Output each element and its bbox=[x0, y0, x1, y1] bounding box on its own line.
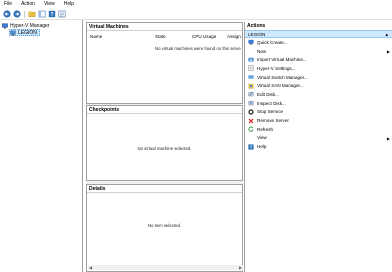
column-header-assigned[interactable]: Assign bbox=[227, 34, 241, 39]
horizontal-scrollbar[interactable]: ◀ ▶ bbox=[88, 265, 243, 270]
action-import-virtual-machine[interactable]: Import Virtual Machine... bbox=[245, 55, 392, 64]
action-label: Quick Create... bbox=[257, 39, 288, 45]
action-view[interactable]: View ▶ bbox=[245, 134, 392, 143]
action-stop-service[interactable]: Stop Service bbox=[245, 108, 392, 117]
action-quick-create[interactable]: Quick Create... bbox=[245, 38, 392, 47]
action-hyperv-settings[interactable]: Hyper-V Settings... bbox=[245, 64, 392, 73]
action-remove-server[interactable]: Remove Server bbox=[245, 116, 392, 125]
virtual-machines-pane: Virtual Machines Name State CPU Usage As… bbox=[86, 22, 243, 104]
column-header-cpu-usage[interactable]: CPU Usage bbox=[192, 34, 216, 39]
action-edit-disk[interactable]: Edit Disk... bbox=[245, 90, 392, 99]
actions-section-legion[interactable]: LEGION ▲ bbox=[245, 30, 392, 38]
tree-item-label: LEGION bbox=[18, 29, 37, 36]
menu-view[interactable]: View bbox=[44, 0, 55, 9]
submenu-arrow-icon: ▶ bbox=[386, 48, 390, 54]
actions-title: Actions bbox=[247, 23, 266, 29]
hyperv-manager-icon bbox=[2, 22, 8, 28]
scroll-right-icon[interactable]: ▶ bbox=[238, 265, 243, 270]
column-header-name[interactable]: Name bbox=[90, 34, 102, 39]
show-hide-tree-icon[interactable] bbox=[38, 10, 46, 18]
menu-bar: File Action View Help bbox=[0, 0, 392, 9]
help-icon: ? bbox=[248, 143, 254, 150]
tree-item-legion[interactable]: LEGION bbox=[9, 29, 40, 36]
tree-item-label: Hyper-V Manager bbox=[10, 22, 50, 29]
svg-text:?: ? bbox=[250, 144, 253, 149]
action-help[interactable]: ? Help bbox=[245, 142, 392, 151]
refresh-icon bbox=[248, 126, 254, 132]
toolbar-separator bbox=[24, 10, 25, 18]
action-refresh[interactable]: Refresh bbox=[245, 125, 392, 134]
quick-create-icon bbox=[248, 39, 254, 45]
remove-icon bbox=[248, 118, 254, 124]
action-label: View bbox=[257, 135, 267, 141]
action-new[interactable]: New ▶ bbox=[245, 47, 392, 56]
up-folder-icon[interactable] bbox=[28, 10, 36, 18]
properties-icon[interactable] bbox=[58, 10, 66, 18]
action-virtual-san-manager[interactable]: Virtual SAN Manager... bbox=[245, 81, 392, 90]
action-label: Stop Service bbox=[257, 109, 284, 115]
settings-icon bbox=[248, 65, 254, 72]
toolbar: ? bbox=[0, 9, 392, 20]
pane-title: Details bbox=[87, 185, 242, 193]
pane-title: Virtual Machines bbox=[87, 23, 242, 31]
section-label: LEGION bbox=[248, 31, 266, 37]
checkpoints-pane: Checkpoints No virtual machine selected. bbox=[86, 105, 243, 181]
action-label: Help bbox=[257, 144, 267, 150]
switch-icon bbox=[248, 74, 254, 80]
vm-empty-message: No virtual machines were found on this s… bbox=[155, 46, 241, 51]
action-label: Virtual Switch Manager... bbox=[257, 74, 308, 80]
details-pane: Details No item selected. ◀ ▶ bbox=[86, 184, 243, 272]
navigation-tree: Hyper-V Manager LEGION bbox=[0, 20, 83, 272]
column-header-state[interactable]: State bbox=[155, 34, 166, 39]
forward-arrow-icon[interactable] bbox=[13, 10, 21, 18]
checkpoints-message: No virtual machine selected. bbox=[137, 146, 192, 151]
help-icon[interactable]: ? bbox=[48, 10, 56, 18]
action-inspect-disk[interactable]: Inspect Disk... bbox=[245, 99, 392, 108]
svg-text:?: ? bbox=[50, 12, 53, 18]
edit-disk-icon bbox=[248, 91, 254, 97]
action-label: Edit Disk... bbox=[257, 91, 279, 97]
submenu-arrow-icon: ▶ bbox=[386, 135, 390, 141]
actions-pane: Actions LEGION ▲ Quick Create... New ▶ I… bbox=[244, 22, 392, 272]
back-arrow-icon[interactable] bbox=[3, 10, 11, 18]
blank-icon bbox=[248, 48, 254, 54]
blank-icon bbox=[248, 135, 254, 141]
action-label: New bbox=[257, 48, 267, 54]
collapse-icon[interactable]: ▲ bbox=[384, 32, 389, 37]
action-virtual-switch-manager[interactable]: Virtual Switch Manager... bbox=[245, 73, 392, 82]
menu-file[interactable]: File bbox=[4, 0, 12, 9]
center-area: Virtual Machines Name State CPU Usage As… bbox=[86, 22, 243, 272]
san-icon bbox=[248, 83, 254, 89]
pane-title: Checkpoints bbox=[87, 106, 242, 114]
action-label: Refresh bbox=[257, 126, 274, 132]
inspect-disk-icon bbox=[248, 100, 254, 106]
action-label: Hyper-V Settings... bbox=[257, 65, 296, 71]
vm-list-header: Name State CPU Usage Assign bbox=[87, 33, 242, 41]
server-icon bbox=[10, 30, 16, 35]
details-message: No item selected. bbox=[147, 223, 182, 228]
action-label: Remove Server bbox=[257, 118, 289, 124]
stop-icon bbox=[248, 109, 254, 115]
scroll-left-icon[interactable]: ◀ bbox=[88, 265, 93, 270]
action-label: Virtual SAN Manager... bbox=[257, 83, 304, 89]
menu-help[interactable]: Help bbox=[64, 0, 74, 9]
action-label: Inspect Disk... bbox=[257, 100, 286, 106]
menu-action[interactable]: Action bbox=[21, 0, 35, 9]
action-label: Import Virtual Machine... bbox=[257, 57, 307, 63]
tree-item-hyperv-manager[interactable]: Hyper-V Manager bbox=[2, 22, 49, 29]
import-icon bbox=[248, 57, 254, 63]
